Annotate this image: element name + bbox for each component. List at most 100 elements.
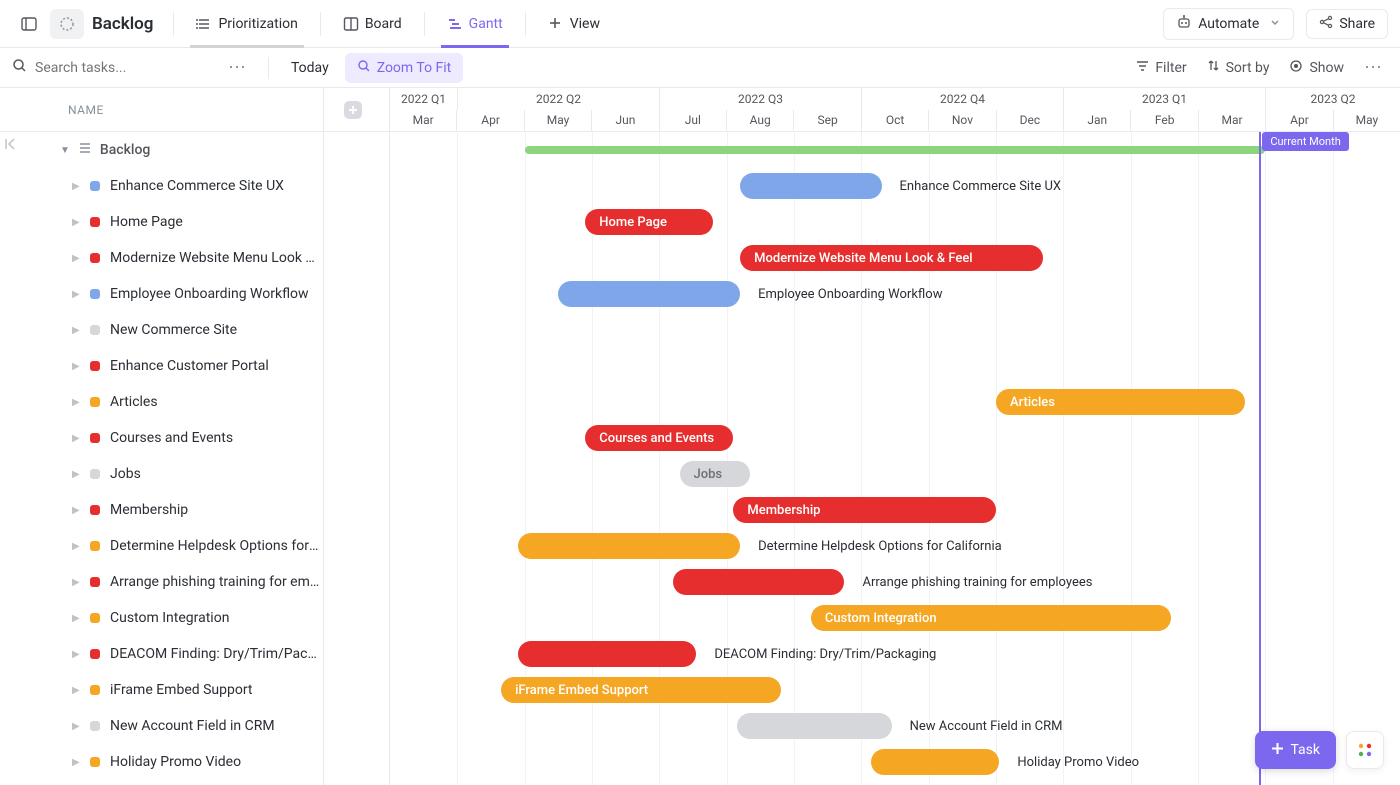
gantt-bar[interactable] bbox=[871, 749, 999, 775]
apps-button[interactable] bbox=[1346, 731, 1384, 769]
show-button[interactable]: Show bbox=[1283, 55, 1350, 81]
task-row[interactable]: ▶ Home Page bbox=[0, 204, 389, 240]
caret-right-icon[interactable]: ▶ bbox=[72, 361, 80, 372]
status-indicator bbox=[90, 649, 100, 659]
add-column-button[interactable] bbox=[343, 100, 363, 120]
chart-body[interactable]: Current MonthEnhance Commerce Site UXHom… bbox=[390, 132, 1400, 785]
task-row[interactable]: ▶ Enhance Commerce Site UX bbox=[0, 168, 389, 204]
automate-label: Automate bbox=[1198, 16, 1259, 32]
gantt-bar[interactable] bbox=[673, 569, 845, 595]
gantt-bar[interactable] bbox=[518, 533, 740, 559]
task-row[interactable]: ▶ DEACOM Finding: Dry/Trim/Packa... bbox=[0, 636, 389, 672]
caret-right-icon[interactable]: ▶ bbox=[72, 433, 80, 444]
month-cell: Oct bbox=[861, 110, 928, 132]
status-indicator bbox=[90, 397, 100, 407]
status-indicator bbox=[90, 289, 100, 299]
show-label: Show bbox=[1309, 60, 1344, 76]
caret-right-icon[interactable]: ▶ bbox=[72, 577, 80, 588]
group-row-backlog[interactable]: ▼ Backlog bbox=[0, 132, 389, 168]
more-icon[interactable]: ⋯ bbox=[1358, 53, 1388, 82]
caret-right-icon[interactable]: ▶ bbox=[72, 685, 80, 696]
today-button[interactable]: Today bbox=[283, 56, 337, 80]
search-input[interactable] bbox=[35, 60, 185, 76]
caret-right-icon[interactable]: ▶ bbox=[72, 613, 80, 624]
gantt-bar[interactable]: Articles bbox=[996, 389, 1245, 415]
summary-bar[interactable] bbox=[525, 146, 1266, 154]
caret-right-icon[interactable]: ▶ bbox=[72, 217, 80, 228]
month-cell: Nov bbox=[928, 110, 995, 132]
caret-down-icon[interactable]: ▼ bbox=[60, 145, 70, 156]
tab-gantt[interactable]: Gantt bbox=[435, 0, 515, 48]
task-row[interactable]: ▶ New Commerce Site bbox=[0, 312, 389, 348]
caret-right-icon[interactable]: ▶ bbox=[72, 469, 80, 480]
caret-right-icon[interactable]: ▶ bbox=[72, 289, 80, 300]
share-button[interactable]: Share bbox=[1306, 9, 1388, 39]
month-cell: Dec bbox=[996, 110, 1063, 132]
task-name: Membership bbox=[110, 502, 188, 518]
caret-right-icon[interactable]: ▶ bbox=[72, 541, 80, 552]
task-row[interactable]: ▶ Courses and Events bbox=[0, 420, 389, 456]
tab-prioritization[interactable]: Prioritization bbox=[184, 0, 309, 48]
caret-right-icon[interactable]: ▶ bbox=[72, 253, 80, 264]
caret-right-icon[interactable]: ▶ bbox=[72, 181, 80, 192]
gantt-bar[interactable] bbox=[740, 173, 881, 199]
caret-right-icon[interactable]: ▶ bbox=[72, 505, 80, 516]
task-row[interactable]: ▶ Arrange phishing training for empl... bbox=[0, 564, 389, 600]
gantt-bar-label: Holiday Promo Video bbox=[1017, 749, 1139, 775]
tab-add-view[interactable]: View bbox=[536, 0, 612, 48]
task-row[interactable]: ▶ Modernize Website Menu Look & ... bbox=[0, 240, 389, 276]
task-row[interactable]: ▶ Enhance Customer Portal bbox=[0, 348, 389, 384]
caret-right-icon[interactable]: ▶ bbox=[72, 721, 80, 732]
tab-label: View bbox=[570, 16, 600, 32]
status-indicator bbox=[90, 253, 100, 263]
quarter-cell: 2022 Q3 bbox=[659, 88, 861, 110]
task-row[interactable]: ▶ New Account Field in CRM bbox=[0, 708, 389, 744]
task-name: New Account Field in CRM bbox=[110, 718, 275, 734]
gantt-bar[interactable]: Custom Integration bbox=[811, 605, 1171, 631]
status-indicator bbox=[90, 217, 100, 227]
status-indicator bbox=[90, 541, 100, 551]
gantt-bar-label: DEACOM Finding: Dry/Trim/Packaging bbox=[714, 641, 936, 667]
task-row[interactable]: ▶ Employee Onboarding Workflow bbox=[0, 276, 389, 312]
gantt-bar[interactable]: Jobs bbox=[680, 461, 751, 487]
gantt-bar[interactable]: iFrame Embed Support bbox=[501, 677, 780, 703]
toggle-sidebar-icon[interactable] bbox=[12, 9, 46, 39]
gantt-bar[interactable] bbox=[737, 713, 892, 739]
list-settings-icon[interactable] bbox=[50, 9, 84, 39]
tasklist-header: NAME bbox=[0, 88, 389, 132]
gantt-bar[interactable]: Home Page bbox=[585, 209, 713, 235]
task-name: Courses and Events bbox=[110, 430, 233, 446]
column-divider[interactable] bbox=[323, 88, 324, 785]
filter-button[interactable]: Filter bbox=[1130, 55, 1192, 80]
automate-button[interactable]: Automate bbox=[1163, 8, 1294, 40]
task-row[interactable]: ▶ Determine Helpdesk Options for C... bbox=[0, 528, 389, 564]
gantt-bar[interactable]: Modernize Website Menu Look & Feel bbox=[740, 245, 1043, 271]
caret-right-icon[interactable]: ▶ bbox=[72, 649, 80, 660]
gantt-bar-label: Enhance Commerce Site UX bbox=[900, 173, 1062, 199]
gantt-bar[interactable] bbox=[558, 281, 740, 307]
task-row[interactable]: ▶ Custom Integration bbox=[0, 600, 389, 636]
month-cell: Jul bbox=[659, 110, 726, 132]
gantt-bar[interactable]: Courses and Events bbox=[585, 425, 733, 451]
sortby-button[interactable]: Sort by bbox=[1201, 55, 1276, 80]
gantt-bar[interactable] bbox=[518, 641, 696, 667]
task-row[interactable]: ▶ Holiday Promo Video bbox=[0, 744, 389, 780]
quarter-cell: 2022 Q1 bbox=[390, 88, 457, 110]
more-options-icon[interactable]: ⋯ bbox=[220, 57, 254, 78]
caret-right-icon[interactable]: ▶ bbox=[72, 325, 80, 336]
separator bbox=[173, 12, 174, 36]
gantt-bar[interactable]: Membership bbox=[733, 497, 996, 523]
caret-right-icon[interactable]: ▶ bbox=[72, 397, 80, 408]
tab-board[interactable]: Board bbox=[331, 0, 414, 48]
gantt-chart: 2022 Q12022 Q22022 Q32022 Q42023 Q12023 … bbox=[390, 88, 1400, 785]
name-column-header: NAME bbox=[68, 103, 104, 117]
zoom-to-fit-button[interactable]: Zoom To Fit bbox=[345, 53, 464, 83]
task-row[interactable]: ▶ Jobs bbox=[0, 456, 389, 492]
month-cell: Apr bbox=[1265, 110, 1332, 132]
new-task-button[interactable]: Task bbox=[1255, 731, 1336, 769]
task-row[interactable]: ▶ Membership bbox=[0, 492, 389, 528]
month-cell: Jan bbox=[1063, 110, 1130, 132]
task-row[interactable]: ▶ iFrame Embed Support bbox=[0, 672, 389, 708]
caret-right-icon[interactable]: ▶ bbox=[72, 757, 80, 768]
task-row[interactable]: ▶ Articles bbox=[0, 384, 389, 420]
